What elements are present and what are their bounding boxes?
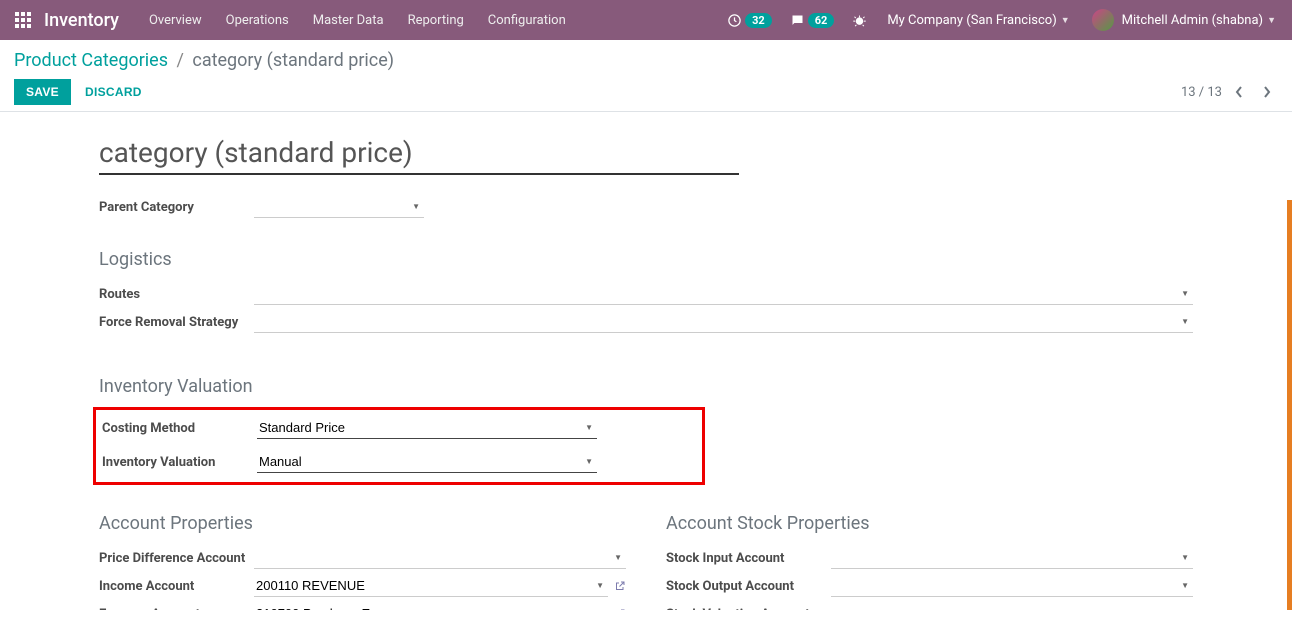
activity-indicator[interactable]: 32 <box>721 9 778 32</box>
removal-strategy-label: Force Removal Strategy <box>99 315 254 330</box>
breadcrumb-root[interactable]: Product Categories <box>14 50 168 71</box>
header-right: 32 62 My Company (San Francisco) ▼ Mitch… <box>721 9 1284 32</box>
account-props-heading: Account Properties <box>99 513 626 534</box>
apps-icon[interactable] <box>8 12 38 28</box>
form-sheet: Parent Category ▼ Logistics Routes ▼ For… <box>81 112 1211 610</box>
avatar <box>1092 9 1114 31</box>
form-sheet-wrap: Parent Category ▼ Logistics Routes ▼ For… <box>0 112 1292 610</box>
user-menu[interactable]: Mitchell Admin (shabna) ▼ <box>1084 9 1284 31</box>
stock-valuation-field[interactable] <box>831 603 1193 610</box>
company-selector[interactable]: My Company (San Francisco) ▼ <box>879 13 1077 28</box>
user-name: Mitchell Admin (shabna) <box>1122 13 1263 28</box>
pager-next[interactable] <box>1256 81 1278 103</box>
pager: 13 / 13 <box>1181 81 1278 103</box>
chat-badge: 62 <box>808 13 835 28</box>
income-account-field[interactable] <box>254 575 608 597</box>
app-title[interactable]: Inventory <box>38 10 139 31</box>
chevron-down-icon: ▼ <box>1267 15 1276 26</box>
expense-account-field[interactable] <box>254 603 608 610</box>
costing-method-field[interactable] <box>257 417 597 439</box>
stock-props-heading: Account Stock Properties <box>666 513 1193 534</box>
main-header: Inventory Overview Operations Master Dat… <box>0 0 1292 40</box>
inventory-valuation-field[interactable] <box>257 451 597 473</box>
discard-button[interactable]: DISCARD <box>71 79 156 105</box>
breadcrumb: Product Categories / category (standard … <box>14 50 1278 71</box>
activity-badge: 32 <box>745 13 772 28</box>
parent-category-label: Parent Category <box>99 200 254 215</box>
debug-icon[interactable] <box>846 13 873 28</box>
breadcrumb-separator: / <box>173 50 188 71</box>
valuation-heading: Inventory Valuation <box>99 376 1193 397</box>
stock-valuation-label: Stock Valuation Account <box>666 607 831 611</box>
valuation-highlight: Costing Method ▼ Inventory Valuation ▼ <box>93 407 705 485</box>
removal-strategy-field[interactable] <box>254 311 1193 333</box>
pager-prev[interactable] <box>1228 81 1250 103</box>
stock-input-field[interactable] <box>831 547 1193 569</box>
logistics-heading: Logistics <box>99 249 1193 270</box>
parent-category-field[interactable] <box>254 196 424 218</box>
menu-operations[interactable]: Operations <box>216 3 299 38</box>
chat-indicator[interactable]: 62 <box>784 9 841 32</box>
external-link-icon[interactable] <box>614 580 626 592</box>
pager-text: 13 / 13 <box>1181 85 1222 100</box>
menu-master-data[interactable]: Master Data <box>303 3 394 38</box>
control-panel: Product Categories / category (standard … <box>0 40 1292 112</box>
breadcrumb-current: category (standard price) <box>192 50 394 71</box>
stock-output-label: Stock Output Account <box>666 579 831 594</box>
category-name-input[interactable] <box>99 132 739 175</box>
price-diff-label: Price Difference Account <box>99 551 254 566</box>
routes-field[interactable] <box>254 283 1193 305</box>
inventory-valuation-label: Inventory Valuation <box>102 455 257 470</box>
stock-output-field[interactable] <box>831 575 1193 597</box>
stock-input-label: Stock Input Account <box>666 551 831 566</box>
menu-reporting[interactable]: Reporting <box>398 3 474 38</box>
chevron-down-icon: ▼ <box>1061 15 1070 26</box>
scroll-indicator <box>1287 200 1292 610</box>
account-properties-col: Account Properties Price Difference Acco… <box>99 513 626 610</box>
save-button[interactable]: SAVE <box>14 79 71 105</box>
company-name: My Company (San Francisco) <box>887 13 1056 28</box>
menu-overview[interactable]: Overview <box>139 3 212 38</box>
income-account-label: Income Account <box>99 579 254 594</box>
account-columns: Account Properties Price Difference Acco… <box>99 513 1193 610</box>
expense-account-label: Expense Account <box>99 607 254 611</box>
external-link-icon[interactable] <box>614 608 626 610</box>
menu-configuration[interactable]: Configuration <box>478 3 576 38</box>
routes-label: Routes <box>99 287 254 302</box>
costing-method-label: Costing Method <box>102 421 257 436</box>
action-row: SAVE DISCARD 13 / 13 <box>14 71 1278 105</box>
stock-properties-col: Account Stock Properties Stock Input Acc… <box>666 513 1193 610</box>
main-menu: Overview Operations Master Data Reportin… <box>139 3 576 38</box>
price-diff-field[interactable] <box>254 547 626 569</box>
